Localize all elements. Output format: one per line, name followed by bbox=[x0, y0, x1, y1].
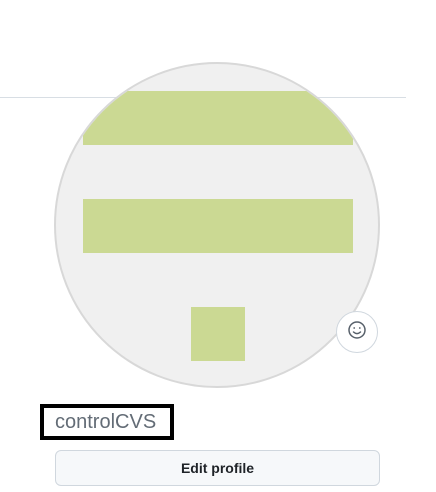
identicon-block-bottom bbox=[191, 307, 245, 361]
edit-profile-button[interactable]: Edit profile bbox=[55, 450, 380, 486]
identicon-block-top bbox=[83, 91, 353, 145]
smiley-icon bbox=[347, 320, 367, 345]
identicon-block-middle bbox=[83, 199, 353, 253]
username-highlight: controlCVS bbox=[40, 404, 174, 440]
avatar[interactable] bbox=[54, 62, 380, 388]
username: controlCVS bbox=[55, 410, 157, 433]
set-status-button[interactable] bbox=[336, 311, 378, 353]
